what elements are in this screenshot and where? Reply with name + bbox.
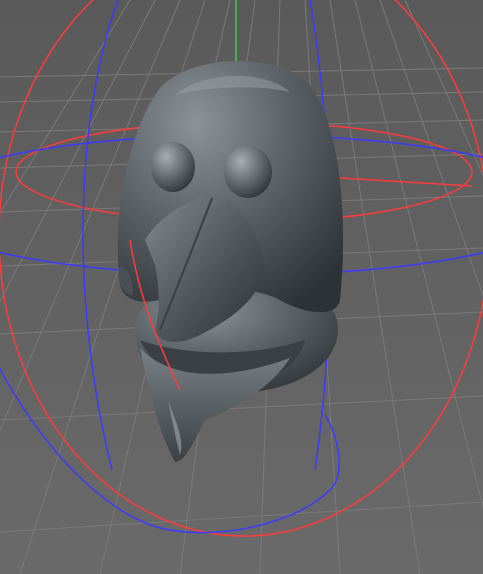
right-eye bbox=[224, 146, 272, 198]
left-eye bbox=[151, 142, 195, 192]
bird-head-model[interactable] bbox=[117, 60, 344, 462]
viewport-canvas[interactable] bbox=[0, 0, 483, 574]
3d-viewport[interactable] bbox=[0, 0, 483, 574]
